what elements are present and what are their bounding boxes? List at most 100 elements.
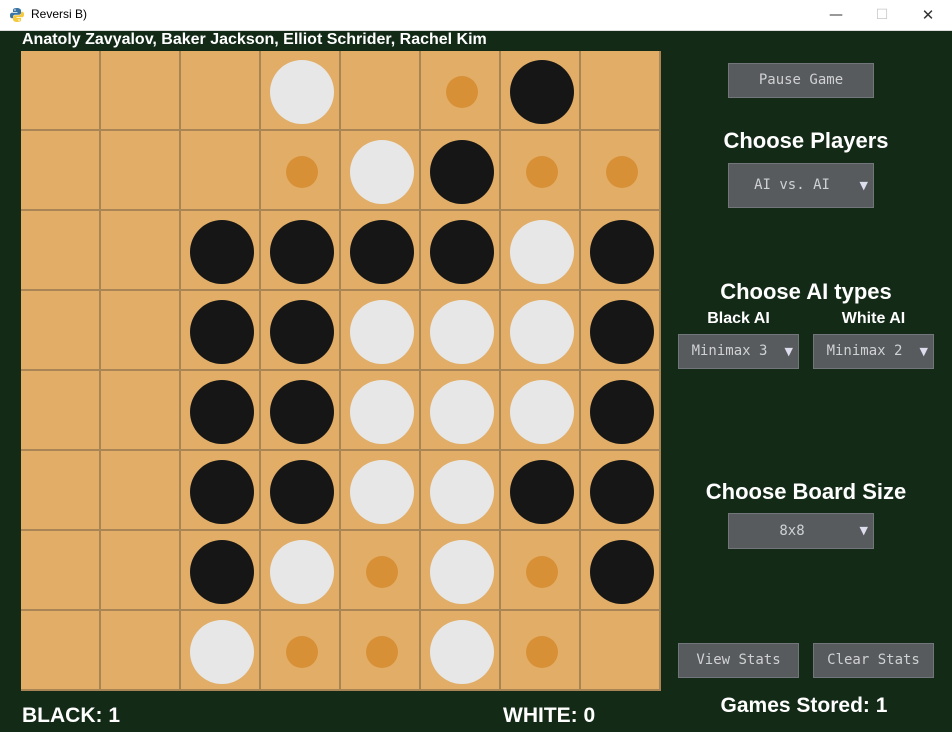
- board-cell[interactable]: [501, 291, 581, 371]
- clear-stats-button[interactable]: Clear Stats: [813, 643, 934, 678]
- black-score: BLACK: 1: [22, 704, 120, 727]
- legal-move-hint[interactable]: [526, 636, 558, 668]
- board-cell[interactable]: [581, 51, 661, 131]
- board-cell[interactable]: [501, 371, 581, 451]
- board-cell[interactable]: [181, 211, 261, 291]
- board-cell[interactable]: [581, 371, 661, 451]
- board-cell[interactable]: [581, 531, 661, 611]
- board-cell[interactable]: [101, 451, 181, 531]
- black-ai-dropdown[interactable]: Minimax 3 ▼: [678, 334, 799, 369]
- board-cell[interactable]: [421, 531, 501, 611]
- board-cell[interactable]: [501, 131, 581, 211]
- board-cell[interactable]: [101, 131, 181, 211]
- close-button[interactable]: ✕: [905, 0, 951, 30]
- white-piece: [510, 380, 574, 444]
- legal-move-hint[interactable]: [366, 556, 398, 588]
- board-cell[interactable]: [341, 451, 421, 531]
- board-cell[interactable]: [101, 51, 181, 131]
- board-cell[interactable]: [421, 291, 501, 371]
- chevron-down-icon: ▼: [859, 524, 868, 537]
- board-cell[interactable]: [181, 131, 261, 211]
- board-cell[interactable]: [421, 131, 501, 211]
- board-cell[interactable]: [21, 291, 101, 371]
- board-cell[interactable]: [261, 451, 341, 531]
- board-cell[interactable]: [21, 211, 101, 291]
- black-piece: [510, 460, 574, 524]
- black-piece: [190, 220, 254, 284]
- board-cell[interactable]: [581, 131, 661, 211]
- board-cell[interactable]: [101, 531, 181, 611]
- board-cell[interactable]: [21, 611, 101, 691]
- board-cell[interactable]: [501, 451, 581, 531]
- board-cell[interactable]: [341, 531, 421, 611]
- chevron-down-icon: ▼: [784, 345, 793, 358]
- black-piece: [590, 220, 654, 284]
- board-cell[interactable]: [261, 371, 341, 451]
- black-piece: [430, 220, 494, 284]
- board-cell[interactable]: [181, 51, 261, 131]
- board-cell[interactable]: [501, 211, 581, 291]
- view-stats-button[interactable]: View Stats: [678, 643, 799, 678]
- board-cell[interactable]: [341, 611, 421, 691]
- black-piece: [350, 220, 414, 284]
- legal-move-hint[interactable]: [286, 636, 318, 668]
- board-cell[interactable]: [341, 131, 421, 211]
- board-cell[interactable]: [581, 451, 661, 531]
- board-cell[interactable]: [261, 211, 341, 291]
- legal-move-hint[interactable]: [446, 76, 478, 108]
- board-cell[interactable]: [341, 371, 421, 451]
- maximize-button[interactable]: ☐: [859, 0, 905, 30]
- board-cell[interactable]: [181, 531, 261, 611]
- board-cell[interactable]: [501, 611, 581, 691]
- legal-move-hint[interactable]: [526, 156, 558, 188]
- legal-move-hint[interactable]: [286, 156, 318, 188]
- board-size-dropdown[interactable]: 8x8 ▼: [728, 513, 874, 549]
- black-piece: [590, 300, 654, 364]
- board-cell[interactable]: [261, 531, 341, 611]
- board-cell[interactable]: [181, 371, 261, 451]
- black-piece: [590, 540, 654, 604]
- board-cell[interactable]: [181, 291, 261, 371]
- board-cell[interactable]: [181, 451, 261, 531]
- board-cell[interactable]: [341, 51, 421, 131]
- board-cell[interactable]: [581, 611, 661, 691]
- board-cell[interactable]: [101, 211, 181, 291]
- board-cell[interactable]: [21, 451, 101, 531]
- players-dropdown[interactable]: AI vs. AI ▼: [728, 163, 874, 208]
- board-cell[interactable]: [421, 611, 501, 691]
- python-logo-icon: [10, 8, 24, 22]
- board-cell[interactable]: [261, 611, 341, 691]
- board-cell[interactable]: [421, 451, 501, 531]
- board-cell[interactable]: [261, 51, 341, 131]
- minimize-button[interactable]: —: [813, 0, 859, 30]
- board-cell[interactable]: [421, 371, 501, 451]
- board-cell[interactable]: [101, 291, 181, 371]
- board-cell[interactable]: [421, 51, 501, 131]
- board-cell[interactable]: [261, 291, 341, 371]
- title-bar[interactable]: Reversi B) — ☐ ✕: [0, 0, 952, 31]
- board-cell[interactable]: [341, 291, 421, 371]
- board-cell[interactable]: [21, 531, 101, 611]
- board-cell[interactable]: [21, 371, 101, 451]
- white-piece: [430, 460, 494, 524]
- board-cell[interactable]: [581, 291, 661, 371]
- board-cell[interactable]: [21, 51, 101, 131]
- board-cell[interactable]: [101, 611, 181, 691]
- legal-move-hint[interactable]: [366, 636, 398, 668]
- board-cell[interactable]: [581, 211, 661, 291]
- legal-move-hint[interactable]: [606, 156, 638, 188]
- white-ai-dropdown[interactable]: Minimax 2 ▼: [813, 334, 934, 369]
- board-cell[interactable]: [261, 131, 341, 211]
- board-cell[interactable]: [341, 211, 421, 291]
- board-cell[interactable]: [21, 131, 101, 211]
- legal-move-hint[interactable]: [526, 556, 558, 588]
- game-board[interactable]: [21, 51, 661, 691]
- pause-game-button[interactable]: Pause Game: [728, 63, 874, 98]
- board-cell[interactable]: [501, 51, 581, 131]
- board-cell[interactable]: [501, 531, 581, 611]
- board-cell[interactable]: [101, 371, 181, 451]
- black-ai-label: Black AI: [707, 310, 770, 327]
- board-cell[interactable]: [421, 211, 501, 291]
- black-piece: [190, 300, 254, 364]
- board-cell[interactable]: [181, 611, 261, 691]
